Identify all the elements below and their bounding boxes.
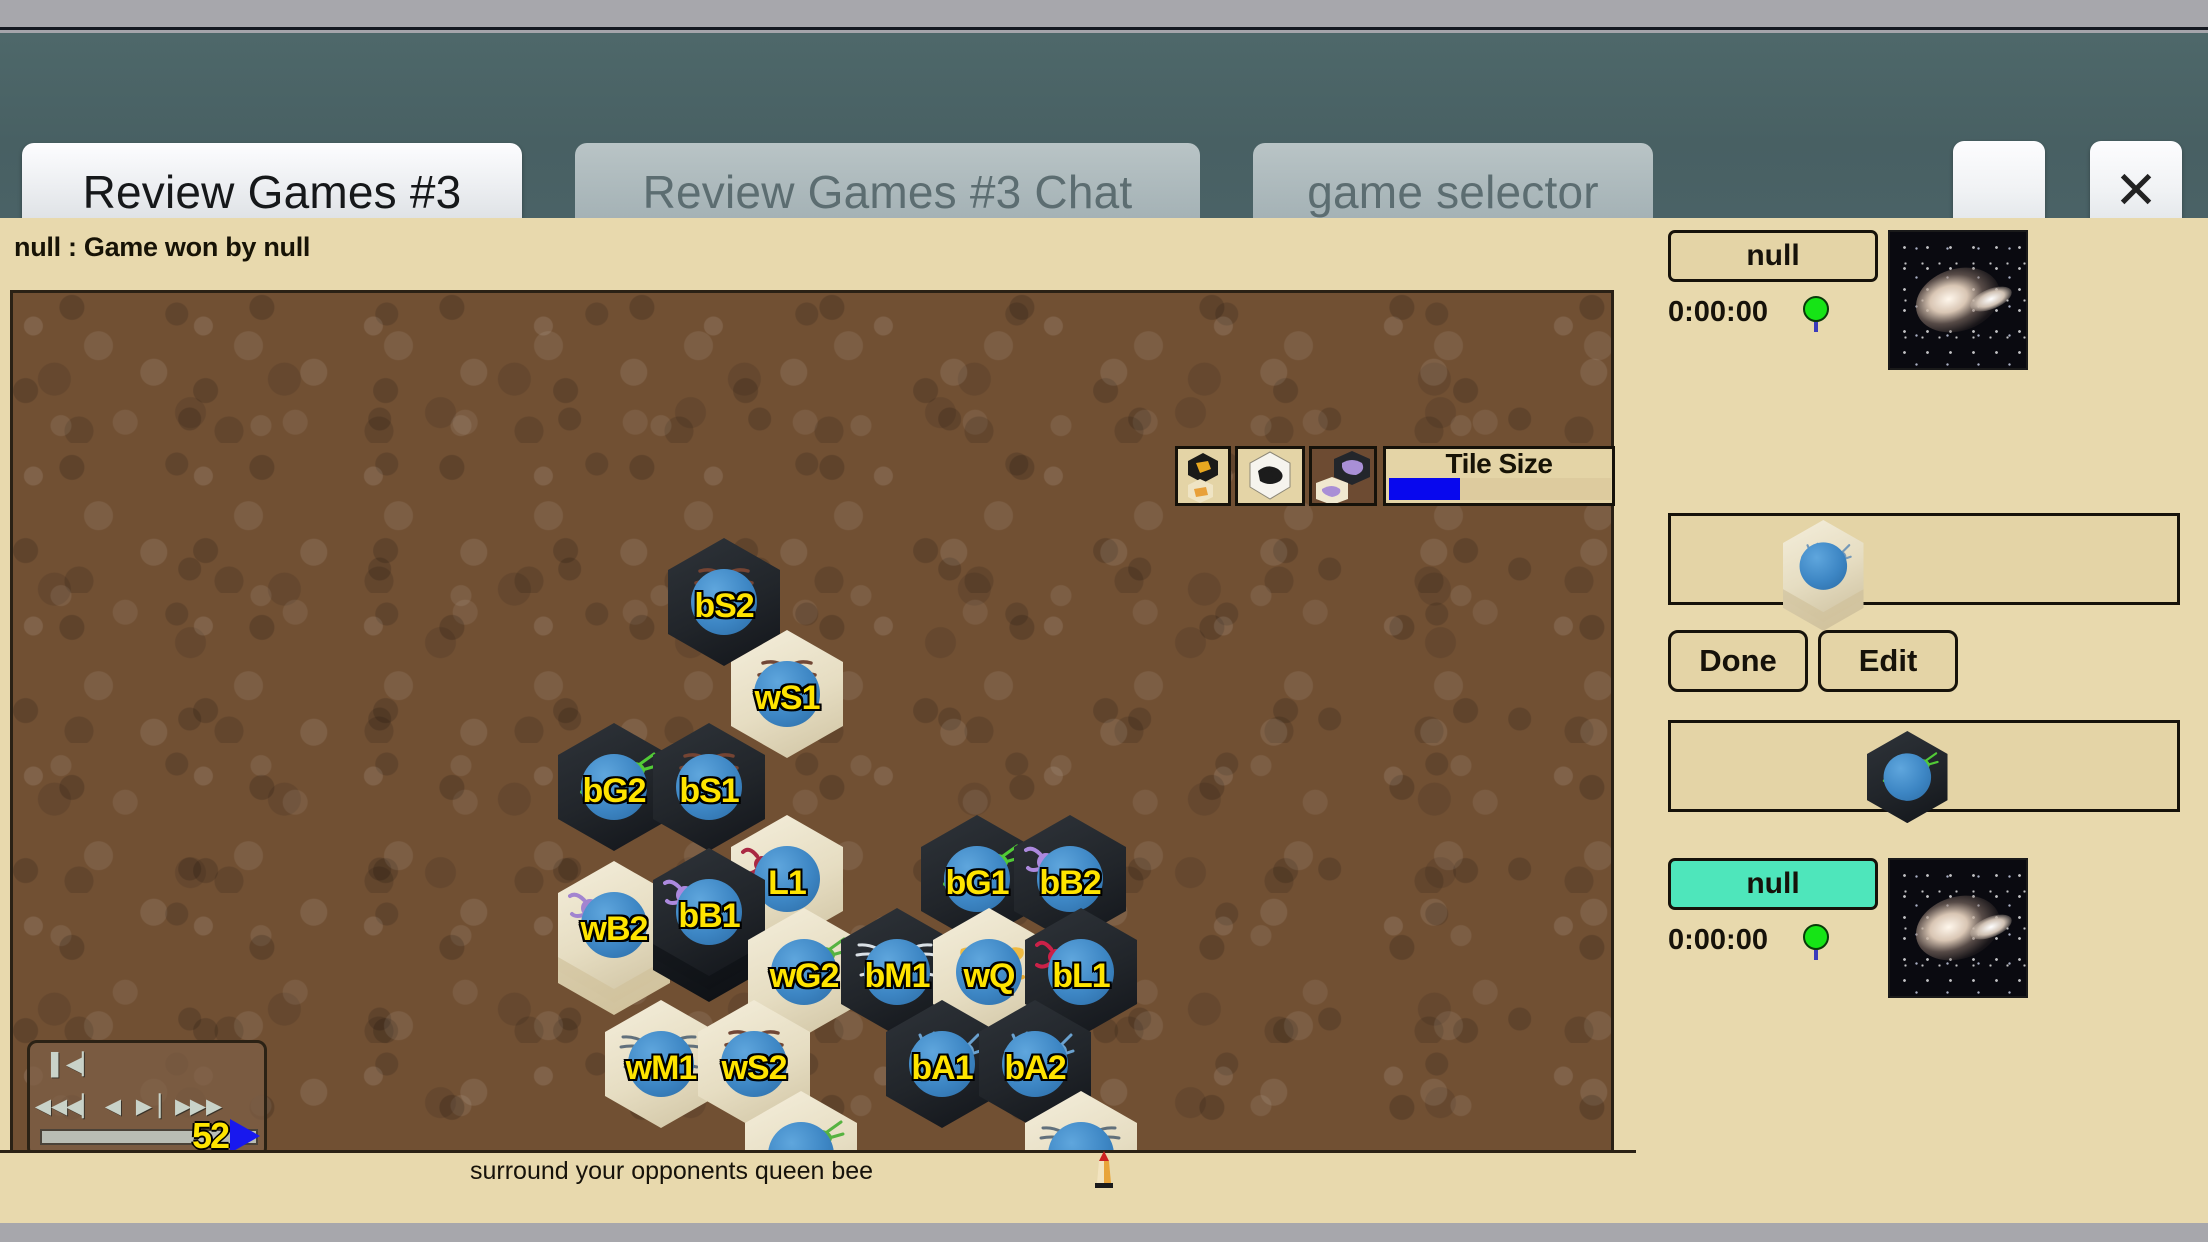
play-icon[interactable] xyxy=(230,1119,260,1153)
window-top-strip xyxy=(0,0,2208,30)
tile-label: bM1 xyxy=(864,956,931,995)
window-header-bar: Review Games #3 Review Games #3 Chat gam… xyxy=(0,33,2208,241)
playback-row-primary: ▐ ◀▏ xyxy=(38,1051,99,1077)
game-app-surface: null : Game won by null bS2 wS1 bG2 bS1 … xyxy=(0,218,2208,1223)
tile-label: L1 xyxy=(768,863,807,902)
tile-disc xyxy=(1799,542,1848,590)
tile-label: bS1 xyxy=(679,771,739,810)
theme-preview-gold-button[interactable] xyxy=(1175,446,1231,506)
player-bottom-clock: 0:00:00 xyxy=(1668,924,1768,956)
theme-preview-white-button[interactable] xyxy=(1235,446,1305,506)
white-tile-icon xyxy=(1249,451,1291,500)
tile-label: wS2 xyxy=(721,1048,787,1087)
tile-label: wQ xyxy=(963,956,1016,995)
player-bottom-name[interactable]: null xyxy=(1668,858,1878,910)
board-preview-icon xyxy=(1312,449,1374,503)
step-back-button[interactable]: ◀▏ xyxy=(66,1093,98,1119)
pencil-icon xyxy=(1095,1151,1113,1188)
skip-start-button[interactable]: ◀▏ xyxy=(66,1051,98,1077)
tab-label: game selector xyxy=(1307,166,1599,218)
game-status-text: null : Game won by null xyxy=(14,232,311,262)
player-top-name[interactable]: null xyxy=(1668,230,1878,282)
game-board[interactable]: bS2 wS1 bG2 bS1 L1 bG1 bB2 wB2 bB1 wG2 b… xyxy=(10,290,1614,1175)
tile-label: bG1 xyxy=(945,863,1009,902)
tile-label: bA2 xyxy=(1004,1048,1066,1087)
player-bottom-status-dot xyxy=(1803,924,1829,950)
tile-label: bL1 xyxy=(1052,956,1110,995)
theme-preview-board-button[interactable] xyxy=(1309,446,1377,506)
done-button[interactable]: Done xyxy=(1668,630,1808,692)
game-tip-bar: surround your opponents queen bee xyxy=(0,1150,1636,1188)
hand-tile-white-ant[interactable] xyxy=(1783,520,1864,631)
tile-label: bB1 xyxy=(678,896,740,935)
next-move-button[interactable]: ▶ xyxy=(131,1093,157,1119)
window-bottom-strip xyxy=(0,1223,2208,1242)
player-top-name-label: null xyxy=(1746,239,1800,272)
playback-controls[interactable]: ▐ ◀▏ ◀◀ ◀▏ ◀ ▶ ▏▶ ▶▶ 52 xyxy=(27,1040,267,1158)
board-tile[interactable] xyxy=(1867,731,1948,824)
pause-button[interactable]: ▐ xyxy=(38,1051,64,1077)
tile-label: bB2 xyxy=(1039,863,1101,902)
step-forward-button[interactable]: ▏▶ xyxy=(159,1093,191,1119)
player-top-status-dot xyxy=(1803,296,1829,322)
tile-label: bG2 xyxy=(582,771,646,810)
tile-disc xyxy=(1883,753,1932,801)
player-top-clock: 0:00:00 xyxy=(1668,296,1768,328)
edit-button[interactable]: Edit xyxy=(1818,630,1958,692)
gold-tile-icon xyxy=(1188,453,1218,503)
tile-label: wB2 xyxy=(580,909,649,948)
game-tip-text: surround your opponents queen bee xyxy=(470,1157,874,1185)
player-bottom-name-label: null xyxy=(1746,867,1800,900)
hand-tile-black-grasshopper[interactable] xyxy=(1867,731,1948,824)
game-main-area: null : Game won by null bS2 wS1 bG2 bS1 … xyxy=(0,218,1636,1188)
close-icon: ✕ xyxy=(2114,162,2158,220)
edit-button-label: Edit xyxy=(1858,643,1918,678)
rewind-fast-button[interactable]: ◀◀ xyxy=(35,1093,67,1119)
player-top-avatar[interactable] xyxy=(1888,230,2028,370)
tile-size-control[interactable]: Tile Size xyxy=(1383,446,1615,506)
tab-label: Review Games #3 Chat xyxy=(642,166,1133,218)
tile-label: wM1 xyxy=(625,1048,698,1087)
black-hand-panel[interactable] xyxy=(1668,720,2180,824)
tile-label: wG2 xyxy=(769,956,840,995)
tile-size-label: Tile Size xyxy=(1445,448,1553,479)
player-bottom-avatar[interactable] xyxy=(1888,858,2028,998)
right-sidebar: null 0:00:00 h Done Edit xyxy=(1640,218,2208,1223)
tile-size-slider-track[interactable] xyxy=(1389,478,1611,500)
tile-label: wS1 xyxy=(754,678,820,717)
prev-move-button[interactable]: ◀ xyxy=(100,1093,126,1119)
done-button-label: Done xyxy=(1699,643,1777,678)
white-hand-panel[interactable] xyxy=(1668,513,2180,631)
tile-label: bA1 xyxy=(911,1048,973,1087)
tile-size-slider-fill xyxy=(1389,478,1461,500)
tile-label: bS2 xyxy=(694,586,754,625)
tab-label: Review Games #3 xyxy=(82,166,462,218)
